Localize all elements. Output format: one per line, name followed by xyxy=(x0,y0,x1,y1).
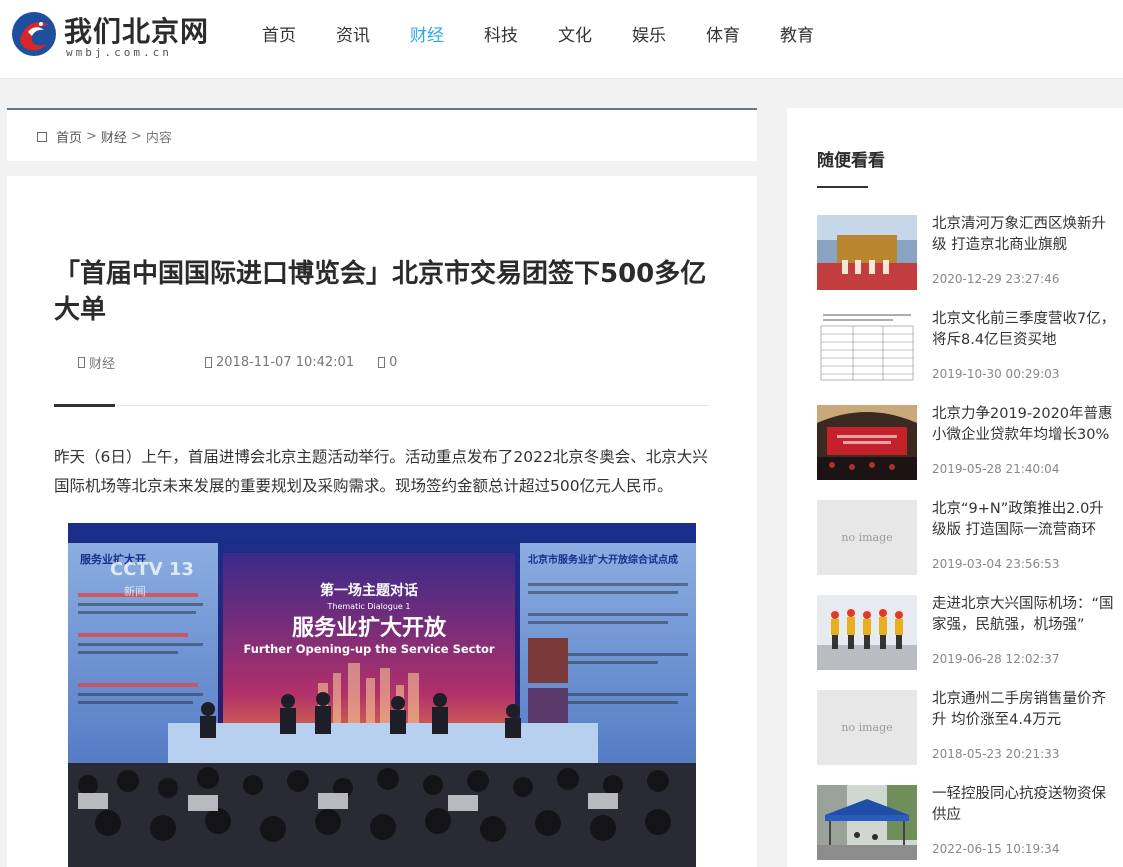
sidebar-item-headline[interactable]: 北京通州二手房销售量价齐升 均价涨至4.4万元 xyxy=(932,689,1117,731)
article-comments[interactable]: 0 xyxy=(378,355,397,370)
sidebar-item-date: 2018-05-23 20:21:33 xyxy=(932,747,1060,761)
sidebar-title: 随便看看 xyxy=(817,151,885,171)
sidebar-item-date: 2019-05-28 21:40:04 xyxy=(932,462,1060,476)
breadcrumb: 首页 > 财经 > 内容 xyxy=(37,127,172,146)
photo-right-panel-text: 北京市服务业扩大开放综合试点成 xyxy=(528,553,678,566)
sidebar-item-headline[interactable]: 走进北京大兴国际机场：“国家强，民航强，机场强” xyxy=(932,594,1117,636)
article-category-label: 财经 xyxy=(89,357,116,372)
sidebar-thumb[interactable] xyxy=(817,595,917,670)
comment-icon xyxy=(378,357,386,368)
clock-icon xyxy=(205,357,213,368)
sidebar-thumb[interactable] xyxy=(817,310,917,385)
nav-item-sports[interactable]: 体育 xyxy=(692,21,754,46)
sidebar-item-text: 一轻控股同心抗疫送物资保供应 2022-06-15 10:19:34 xyxy=(932,784,1117,856)
sidebar-thumb-placeholder[interactable]: no image xyxy=(817,500,917,575)
article-lead-paragraph: 昨天（6日）上午，首届进博会北京主题活动举行。活动重点发布了2022北京冬奥会、… xyxy=(54,448,708,495)
sidebar-item-headline[interactable]: 北京力争2019-2020年普惠小微企业贷款年均增长30% xyxy=(932,404,1117,446)
folder-icon xyxy=(78,357,85,368)
workers-thumbnail-image xyxy=(817,595,917,670)
tent-thumbnail-image xyxy=(817,785,917,860)
sidebar-item-headline[interactable]: 北京文化前三季度营收7亿，将斥8.4亿巨资买地 xyxy=(932,309,1117,351)
article-divider-accent xyxy=(54,404,115,407)
breadcrumb-current: 内容 xyxy=(145,131,172,146)
logo-phoenix-icon xyxy=(12,12,56,56)
sidebar-list: 北京清河万象汇西区焕新升级 打造京北商业旗舰 2020-12-29 23:27:… xyxy=(817,215,1117,867)
article-datetime: 2018-11-07 10:42:01 xyxy=(205,355,354,370)
breadcrumb-separator: > xyxy=(86,129,97,144)
sidebar-item-date: 2022-06-15 10:19:34 xyxy=(932,842,1060,856)
sidebar-title-underline xyxy=(817,186,868,188)
nav-item-entertainment[interactable]: 娱乐 xyxy=(618,21,680,46)
sidebar-thumb[interactable] xyxy=(817,785,917,860)
sidebar-item[interactable]: 北京清河万象汇西区焕新升级 打造京北商业旗舰 2020-12-29 23:27:… xyxy=(817,215,1117,310)
sidebar-thumb[interactable] xyxy=(817,405,917,480)
sidebar-item-date: 2019-10-30 00:29:03 xyxy=(932,367,1060,381)
article-datetime-value: 2018-11-07 10:42:01 xyxy=(216,355,355,370)
article-divider xyxy=(54,405,709,406)
nav-item-home[interactable]: 首页 xyxy=(248,21,310,46)
nav-item-news[interactable]: 资讯 xyxy=(322,21,384,46)
article-comments-count: 0 xyxy=(389,355,398,370)
sidebar-item[interactable]: 一轻控股同心抗疫送物资保供应 2022-06-15 10:19:34 xyxy=(817,785,1117,867)
sidebar-random-reads: 随便看看 北京清河万象汇西区焕新升级 打造京北商业旗舰 2020-12-29 2… xyxy=(787,108,1123,867)
sidebar-item-date: 2019-03-04 23:56:53 xyxy=(932,557,1060,571)
home-icon xyxy=(37,131,47,142)
breadcrumb-home-link[interactable]: 首页 xyxy=(56,127,82,146)
photo-stage-sub-cn: 第一场主题对话 xyxy=(320,582,418,599)
nav-item-education[interactable]: 教育 xyxy=(766,21,828,46)
article-meta: 财经 2018-11-07 10:42:01 0 xyxy=(78,353,397,372)
sidebar-item[interactable]: 北京力争2019-2020年普惠小微企业贷款年均增长30% 2019-05-28… xyxy=(817,405,1117,500)
main-nav: 首页 资讯 财经 科技 文化 娱乐 体育 教育 xyxy=(248,0,840,66)
nav-item-tech[interactable]: 科技 xyxy=(470,21,532,46)
photo-stage-sub-en: Thematic Dialogue 1 xyxy=(327,602,411,611)
photo-stage-title-en: Further Opening-up the Service Sector xyxy=(243,642,494,656)
mall-thumbnail-image xyxy=(817,215,917,290)
sidebar-item-date: 2019-06-28 12:02:37 xyxy=(932,652,1060,666)
sidebar-item-text: 北京清河万象汇西区焕新升级 打造京北商业旗舰 2020-12-29 23:27:… xyxy=(932,214,1117,286)
conference-thumbnail-image xyxy=(817,405,917,480)
article-photo: 服务业扩大开 北京市服务业扩大开放综合试点成 第一场主题对话 Thematic … xyxy=(68,523,696,867)
breadcrumb-category-link[interactable]: 财经 xyxy=(101,127,127,146)
photo-stage-title-cn: 服务业扩大开放 xyxy=(292,615,447,641)
table-thumbnail-image xyxy=(817,310,917,385)
sidebar-item[interactable]: no image 北京通州二手房销售量价齐升 均价涨至4.4万元 2018-05… xyxy=(817,690,1117,785)
forum-stage-image: 服务业扩大开 北京市服务业扩大开放综合试点成 第一场主题对话 Thematic … xyxy=(68,523,696,867)
sidebar-item[interactable]: 走进北京大兴国际机场：“国家强，民航强，机场强” 2019-06-28 12:0… xyxy=(817,595,1117,690)
breadcrumb-separator: > xyxy=(130,129,142,144)
sidebar-item-date: 2020-12-29 23:27:46 xyxy=(932,272,1060,286)
sidebar-item[interactable]: no image 北京“9+N”政策推出2.0升级版 打造国际一流营商环境… 2… xyxy=(817,500,1117,595)
logo-domain: wmbj.com.cn xyxy=(66,46,172,59)
sidebar-item-text: 北京“9+N”政策推出2.0升级版 打造国际一流营商环境… 2019-03-04… xyxy=(932,499,1117,571)
sidebar-item-text: 走进北京大兴国际机场：“国家强，民航强，机场强” 2019-06-28 12:0… xyxy=(932,594,1117,666)
site-header: 我们北京网 wmbj.com.cn 首页 资讯 财经 科技 文化 娱乐 体育 教… xyxy=(0,0,1123,79)
article-category[interactable]: 财经 xyxy=(78,353,115,372)
breadcrumb-bar: 首页 > 财经 > 内容 xyxy=(7,108,757,161)
sidebar-item[interactable]: 北京文化前三季度营收7亿，将斥8.4亿巨资买地 2019-10-30 00:29… xyxy=(817,310,1117,405)
sidebar-item-headline[interactable]: 北京“9+N”政策推出2.0升级版 打造国际一流营商环境… xyxy=(932,499,1117,541)
photo-watermark-sub: 新闻 xyxy=(124,584,146,598)
nav-item-culture[interactable]: 文化 xyxy=(544,21,606,46)
sidebar-item-text: 北京通州二手房销售量价齐升 均价涨至4.4万元 2018-05-23 20:21… xyxy=(932,689,1117,761)
article-card: 「首届中国国际进口博览会」北京市交易团签下500多亿大单 财经 2018-11-… xyxy=(7,176,757,867)
article-title: 「首届中国国际进口博览会」北京市交易团签下500多亿大单 xyxy=(54,259,707,325)
sidebar-item-headline[interactable]: 一轻控股同心抗疫送物资保供应 xyxy=(932,784,1117,826)
sidebar-item-text: 北京文化前三季度营收7亿，将斥8.4亿巨资买地 2019-10-30 00:29… xyxy=(932,309,1117,381)
sidebar-item-text: 北京力争2019-2020年普惠小微企业贷款年均增长30% 2019-05-28… xyxy=(932,404,1117,476)
logo-text: 我们北京网 xyxy=(64,15,210,48)
site-logo[interactable]: 我们北京网 wmbj.com.cn xyxy=(10,8,220,64)
nav-item-finance[interactable]: 财经 xyxy=(396,21,458,46)
sidebar-item-headline[interactable]: 北京清河万象汇西区焕新升级 打造京北商业旗舰 xyxy=(932,214,1117,256)
photo-watermark: CCTV 13 xyxy=(110,559,194,580)
sidebar-thumb[interactable] xyxy=(817,215,917,290)
sidebar-thumb-placeholder[interactable]: no image xyxy=(817,690,917,765)
